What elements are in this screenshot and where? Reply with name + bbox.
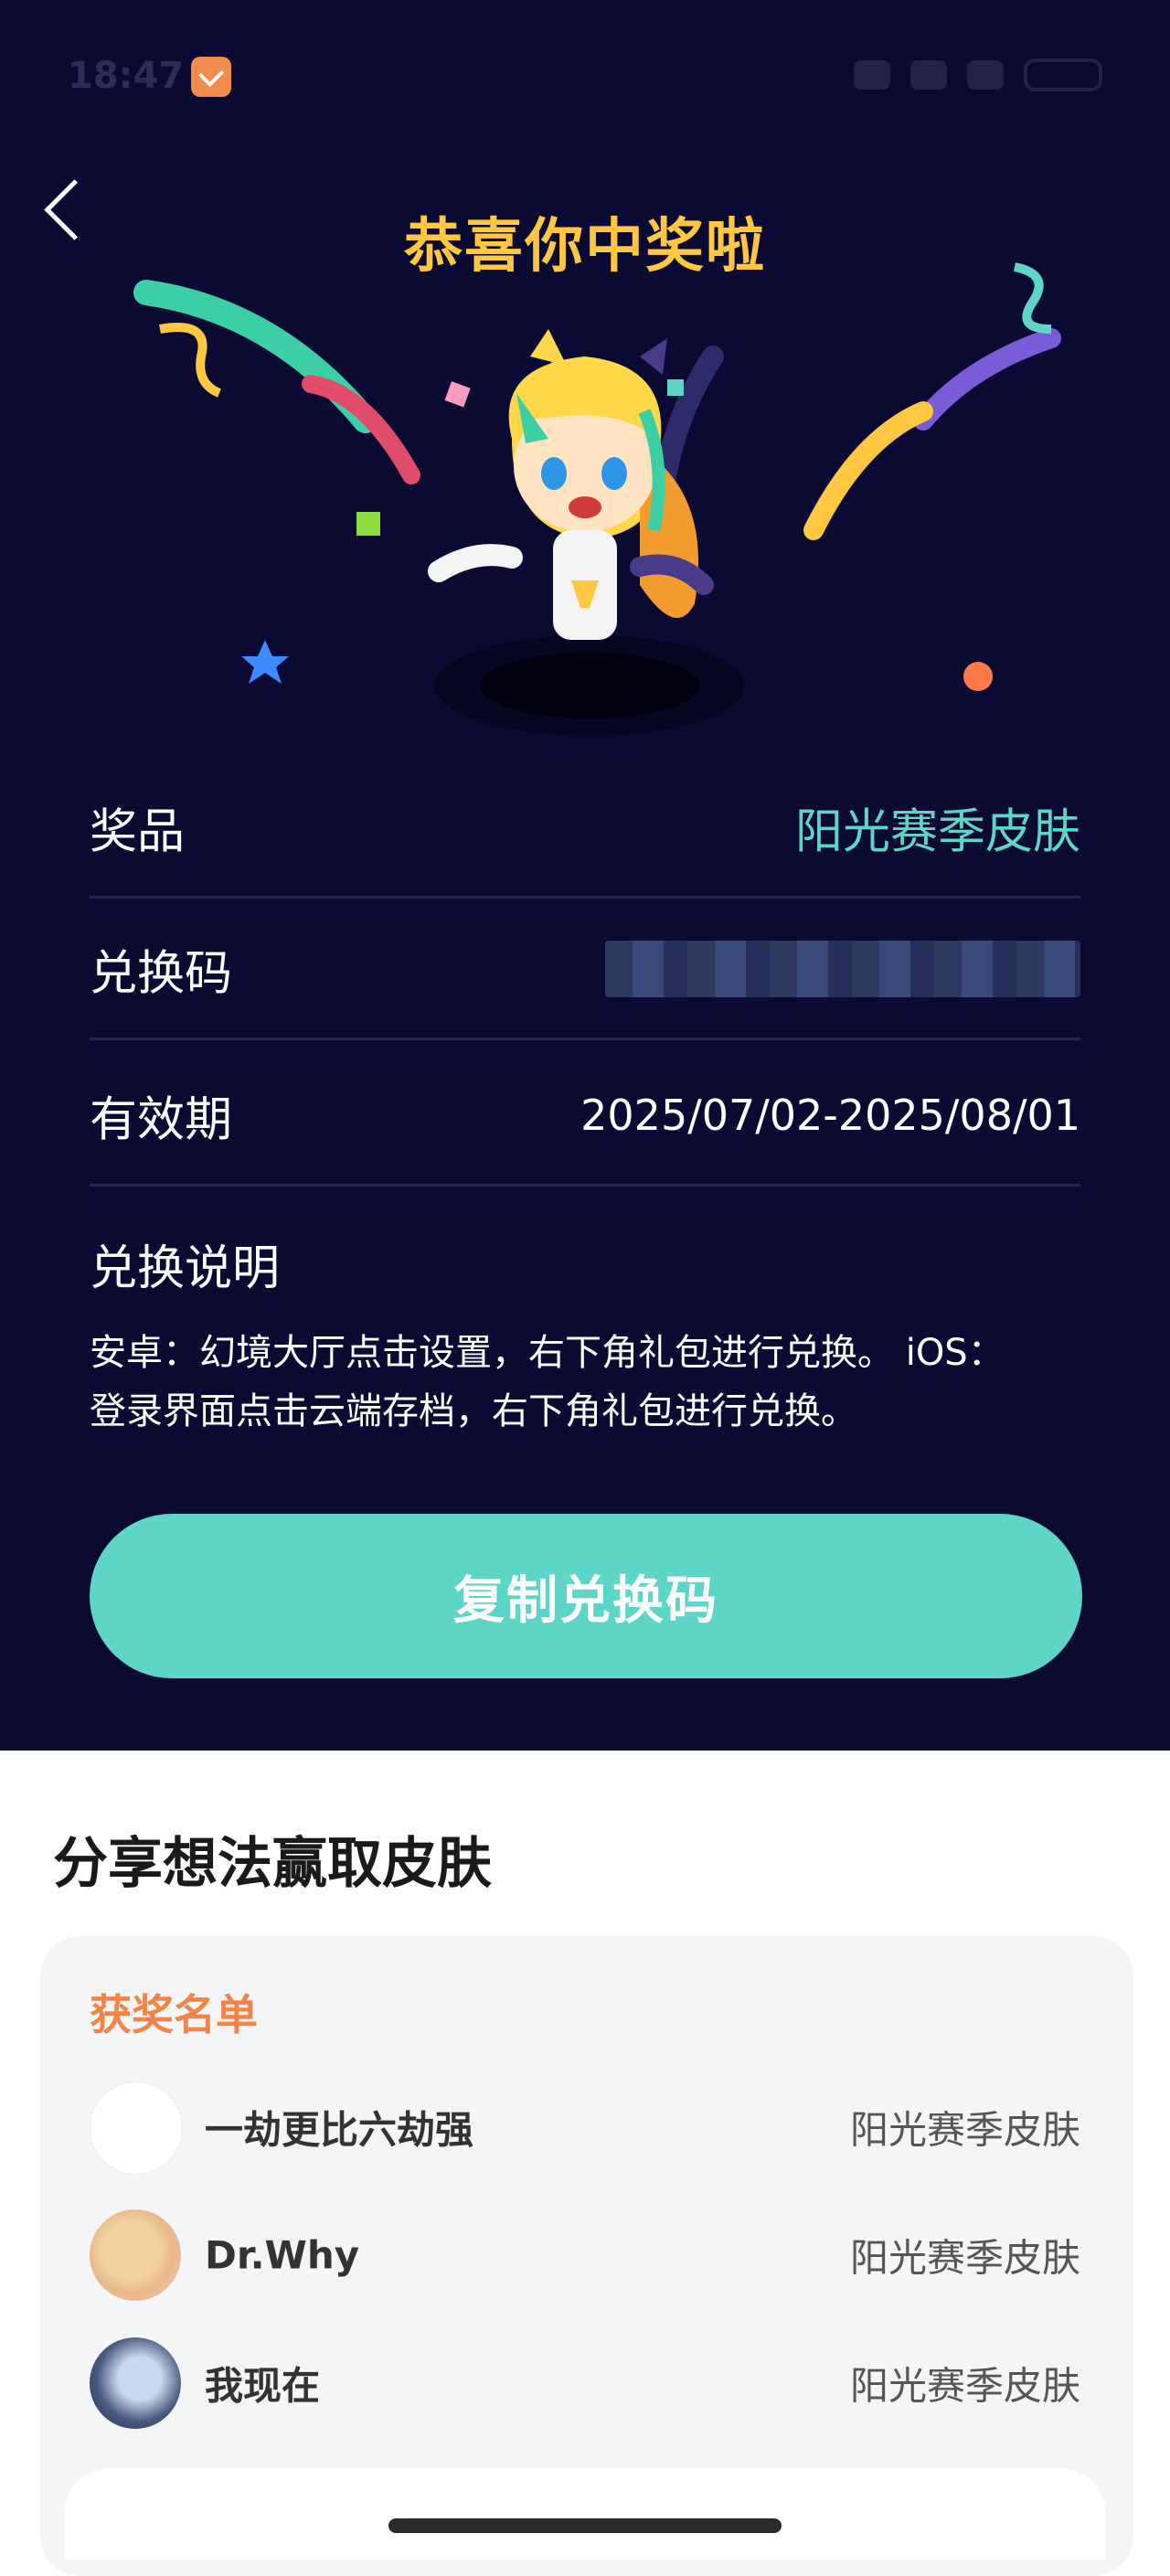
confetti-square: [667, 379, 684, 396]
signal-icon: [967, 60, 1004, 90]
validity-value: 2025/07/02-2025/08/01: [580, 1091, 1080, 1140]
redeem-code-row: 兑换码: [90, 900, 1080, 1040]
home-indicator[interactable]: [388, 2518, 782, 2533]
confetti-ribbon: [133, 280, 378, 433]
redeem-code-label: 兑换码: [90, 946, 233, 1002]
winner-prize: 阳光赛季皮肤: [849, 2235, 1080, 2281]
instructions-line: 安卓：幻境大厅点击设置，右下角礼包进行兑换。 iOS：: [90, 1332, 1005, 1374]
winner-name: 我现在: [205, 2363, 321, 2409]
confetti-dot: [963, 662, 993, 691]
app-notification-icon: [191, 57, 231, 97]
avatar: [90, 2081, 183, 2175]
status-indicators: [854, 59, 1102, 91]
instructions-line: 登录界面点击云端存档，右下角礼包进行兑换。: [90, 1390, 857, 1432]
instructions-text: 安卓：幻境大厅点击设置，右下角礼包进行兑换。 iOS： 登录界面点击云端存档，右…: [90, 1324, 1080, 1441]
instructions-label: 兑换说明: [90, 1241, 281, 1296]
winner-prize: 阳光赛季皮肤: [849, 2107, 1080, 2153]
prize-value: 阳光赛季皮肤: [794, 804, 1080, 860]
winner-row[interactable]: 我现在 阳光赛季皮肤: [90, 2337, 1080, 2429]
validity-row: 有效期 2025/07/02-2025/08/01: [90, 1047, 1080, 1187]
next-card-peek: [64, 2468, 1106, 2560]
copy-code-button[interactable]: 复制兑换码: [90, 1514, 1082, 1678]
confetti-square: [444, 381, 471, 408]
redeem-code-value-obscured: [605, 941, 1080, 997]
alarm-icon: [910, 60, 947, 90]
share-section-title: 分享想法赢取皮肤: [53, 1832, 492, 1896]
winner-name: 一劫更比六劫强: [205, 2107, 474, 2153]
winner-row[interactable]: Dr.Why 阳光赛季皮肤: [90, 2209, 1080, 2301]
status-time: 18:47: [68, 55, 185, 97]
prize-hero: 18:47 恭喜你中奖啦 奖品 阳光赛季皮肤 兑换码 有效期 2025/07/0…: [0, 0, 1170, 1751]
confetti-ribbon: [803, 401, 933, 540]
validity-label: 有效期: [90, 1092, 233, 1148]
winner-name: Dr.Why: [205, 2232, 360, 2278]
prize-label: 奖品: [90, 804, 186, 860]
battery-icon: [1024, 59, 1102, 91]
eye-icon: [854, 60, 890, 90]
avatar: [90, 2209, 181, 2301]
confetti-squiggle: [159, 323, 222, 398]
avatar: [90, 2337, 181, 2429]
celebration-illustration: [133, 262, 1061, 736]
confetti-squiggle: [1013, 262, 1052, 334]
confetti-ribbon: [913, 328, 1061, 431]
star-icon: [241, 640, 289, 684]
status-bar: 18:47: [68, 55, 1102, 101]
prize-row: 奖品 阳光赛季皮肤: [90, 759, 1080, 899]
winner-row[interactable]: 一劫更比六劫强 阳光赛季皮肤: [90, 2081, 1080, 2175]
winners-title: 获奖名单: [90, 1990, 258, 2039]
confetti-square: [356, 512, 380, 536]
winner-prize: 阳光赛季皮肤: [849, 2363, 1080, 2409]
mascot-character: [428, 329, 714, 640]
